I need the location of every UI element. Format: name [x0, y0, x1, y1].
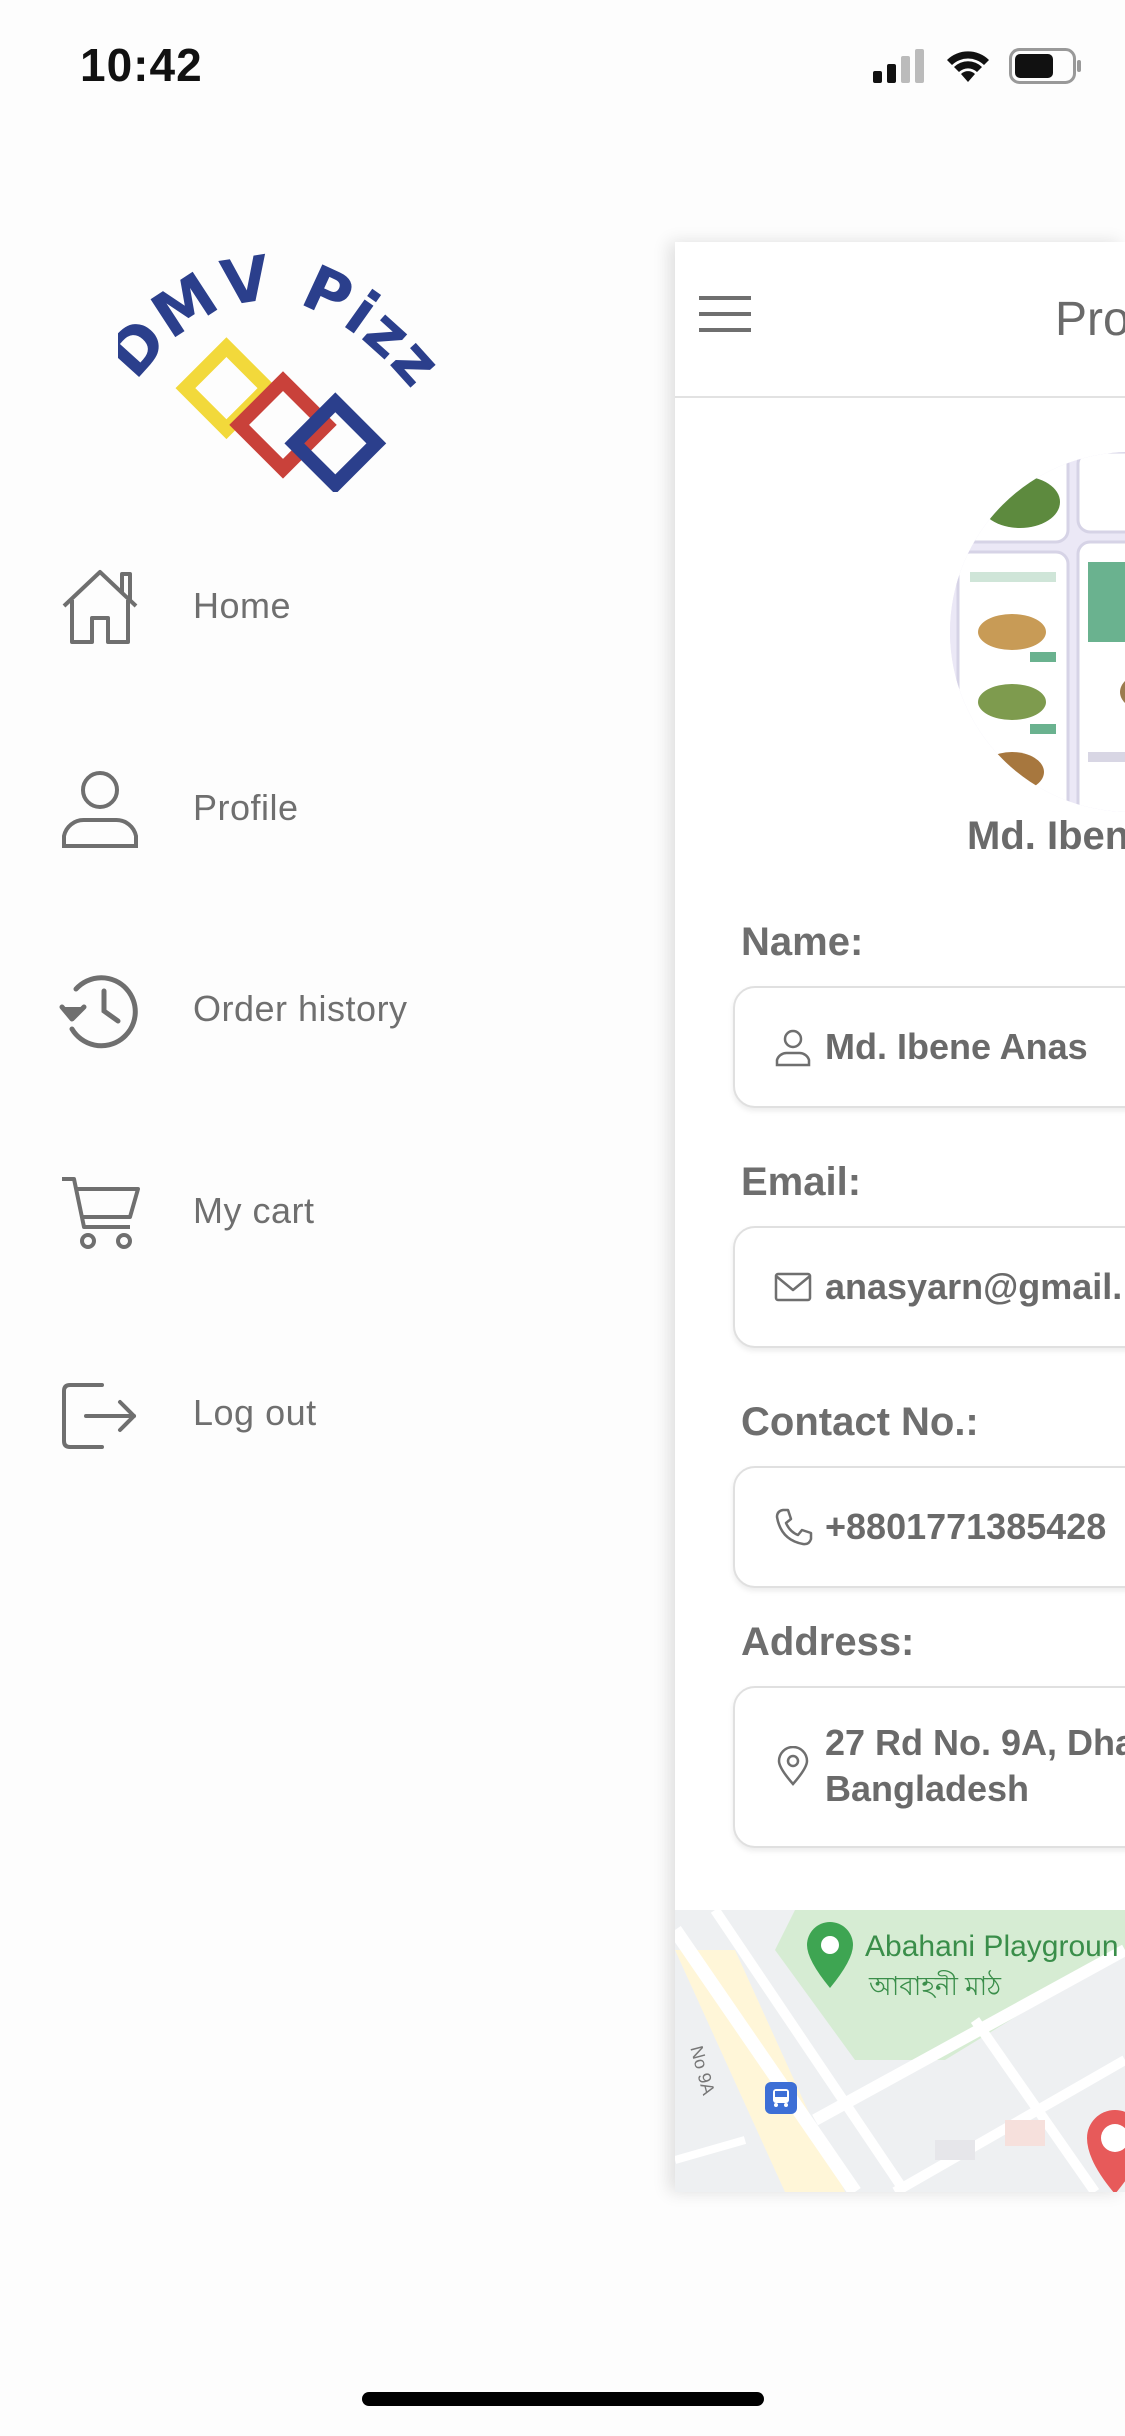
menu-label-my-cart: My cart — [193, 1190, 315, 1231]
person-icon — [775, 1029, 811, 1067]
menu-item-order-history[interactable]: Order history — [55, 954, 615, 1064]
status-icons — [873, 48, 1083, 84]
address-field[interactable]: 27 Rd No. 9A, Dha Bangladesh — [733, 1686, 1125, 1848]
status-time: 10:42 — [80, 39, 203, 91]
bus-stop-icon[interactable] — [765, 2082, 797, 2114]
address-line-1: 27 Rd No. 9A, Dha — [825, 1722, 1125, 1763]
menu-item-log-out[interactable]: Log out — [55, 1358, 615, 1468]
name-value: Md. Ibene Anas — [825, 1026, 1088, 1067]
app-header: Pro — [675, 242, 1125, 398]
location-map[interactable]: Abahani Playgroun আবাহনী মাঠ No 9A — [675, 1910, 1125, 2192]
history-icon — [55, 964, 145, 1054]
email-field[interactable]: anasyarn@gmail. — [733, 1226, 1125, 1348]
green-place-pin-icon[interactable] — [803, 1920, 857, 1990]
menu-label-order-history: Order history — [193, 988, 408, 1029]
cellular-signal-icon — [873, 49, 924, 83]
email-label: Email: — [741, 1160, 862, 1204]
mail-icon — [774, 1272, 812, 1302]
menu-item-profile[interactable]: Profile — [55, 753, 615, 863]
wifi-icon — [947, 51, 989, 82]
menu-label-log-out: Log out — [193, 1392, 317, 1433]
map-place-label-bangla: আবাহনী মাঠ — [869, 1971, 1002, 2001]
location-pin-icon — [777, 1746, 809, 1786]
email-value: anasyarn@gmail. — [825, 1266, 1123, 1307]
contact-label: Contact No.: — [741, 1400, 979, 1444]
name-label: Name: — [741, 920, 864, 964]
contact-field[interactable]: +8801771385428 — [733, 1466, 1125, 1588]
status-bar: 10:42 — [0, 0, 1125, 130]
address-line-2: Bangladesh — [825, 1768, 1030, 1809]
contact-value: +8801771385428 — [825, 1506, 1107, 1547]
name-field[interactable]: Md. Ibene Anas — [733, 986, 1125, 1108]
home-icon — [55, 561, 145, 651]
navigation-drawer: DMV Pizza Home Profile — [0, 130, 675, 2380]
person-icon — [55, 763, 145, 853]
menu-item-my-cart[interactable]: My cart — [55, 1156, 615, 1266]
home-indicator[interactable] — [362, 2392, 764, 2406]
dmv-pizza-logo: DMV Pizza — [118, 232, 448, 492]
page-title: Pro — [1055, 293, 1125, 346]
battery-icon — [1009, 48, 1081, 84]
user-location-pin-icon[interactable] — [1085, 2106, 1125, 2192]
cart-icon — [55, 1166, 145, 1256]
profile-avatar[interactable] — [950, 452, 1125, 812]
address-label: Address: — [741, 1620, 915, 1664]
profile-screen[interactable]: Pro Md. Iben Name: Md. Ibene Anas Email:… — [675, 242, 1125, 2192]
menu-label-home: Home — [193, 585, 292, 626]
menu-item-home[interactable]: Home — [55, 551, 615, 661]
hamburger-menu-icon[interactable] — [697, 294, 753, 344]
phone-icon — [775, 1508, 813, 1546]
profile-display-name: Md. Iben — [967, 814, 1125, 858]
map-place-label: Abahani Playgroun — [865, 1930, 1119, 1963]
menu-label-profile: Profile — [193, 787, 299, 828]
logout-icon — [55, 1368, 145, 1458]
